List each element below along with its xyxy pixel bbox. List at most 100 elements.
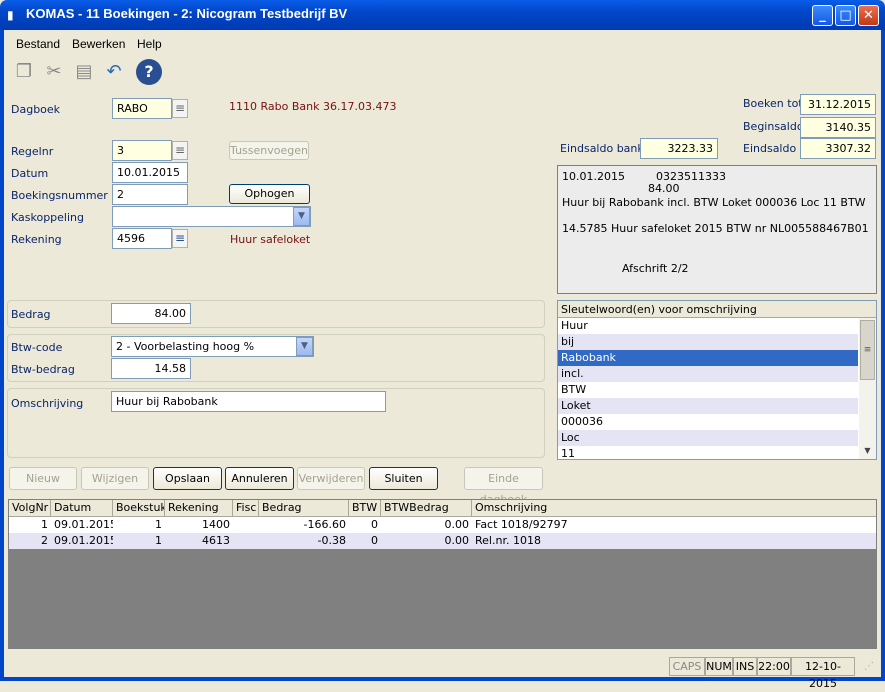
toolbar: ❐ ✂ ▤ ↶ ? — [4, 56, 881, 90]
keyword-item[interactable]: 000036 — [558, 414, 858, 430]
paste-icon[interactable]: ▤ — [70, 58, 98, 86]
keyword-item[interactable]: 11 — [558, 446, 858, 459]
cell-volgnr: 2 — [41, 534, 48, 547]
col-rekening[interactable]: Rekening — [165, 500, 233, 517]
cut-icon[interactable]: ✂ — [40, 58, 68, 86]
col-omschrijving[interactable]: Omschrijving — [472, 500, 876, 517]
table-row[interactable]: 1 09.01.2015 1 1400 -166.60 0 0.00 Fact … — [9, 517, 876, 533]
close-button[interactable]: ✕ — [858, 5, 879, 26]
eindsaldo-bank-field: 3223.33 — [640, 138, 718, 159]
kaskoppeling-label: Kaskoppeling — [11, 211, 84, 224]
keyword-item-selected[interactable]: Rabobank — [558, 350, 858, 366]
help-icon[interactable]: ? — [136, 59, 162, 85]
undo-icon[interactable]: ↶ — [100, 58, 128, 86]
omschrijving-field[interactable]: Huur bij Rabobank — [111, 391, 386, 412]
cell-btw: 0 — [371, 518, 378, 531]
keyword-item[interactable]: Loc — [558, 430, 858, 446]
dagboek-label: Dagboek — [11, 103, 61, 116]
title-bar[interactable]: ▮ KOMAS - 11 Boekingen - 2: Nicogram Tes… — [0, 0, 885, 30]
menu-bewerken[interactable]: Bewerken — [72, 37, 125, 51]
scroll-down-icon[interactable]: ▼ — [859, 446, 876, 455]
status-num: NUM — [705, 657, 733, 676]
btw-bedrag-field[interactable]: 14.58 — [111, 358, 191, 379]
table-row[interactable]: 2 09.01.2015 1 4613 -0.38 0 0.00 Rel.nr.… — [9, 533, 876, 549]
menu-help[interactable]: Help — [137, 37, 162, 51]
opslaan-button[interactable]: Opslaan — [153, 467, 222, 490]
menu-bestand[interactable]: Bestand — [16, 37, 60, 51]
col-volgnr[interactable]: VolgNr — [9, 500, 51, 517]
rekening-field[interactable]: 4596 — [112, 228, 172, 249]
nieuw-button[interactable]: Nieuw — [9, 467, 77, 490]
cell-volgnr: 1 — [41, 518, 48, 531]
memo-date: 10.01.2015 — [562, 170, 625, 183]
omschrijving-label: Omschrijving — [11, 397, 84, 410]
eindsaldo-label: Eindsaldo — [743, 142, 797, 155]
col-btw[interactable]: BTW — [349, 500, 381, 517]
cell-fisc — [233, 517, 259, 534]
btw-bedrag-label: Btw-bedrag — [11, 363, 75, 376]
scrollbar-thumb[interactable]: ≡ — [860, 320, 875, 380]
regelnr-field[interactable]: 3 — [112, 140, 172, 161]
eindsaldo-field: 3307.32 — [800, 138, 876, 159]
col-datum[interactable]: Datum — [51, 500, 113, 517]
cell-datum: 09.01.2015 — [54, 518, 113, 531]
minimize-button[interactable]: _ — [812, 5, 833, 26]
grid-header: VolgNr Datum Boekstuk Rekening Fisc Bedr… — [9, 500, 876, 517]
datum-label: Datum — [11, 167, 49, 180]
dagboek-description: 1110 Rabo Bank 36.17.03.473 — [229, 100, 397, 113]
sluiten-button[interactable]: Sluiten — [369, 467, 438, 490]
memo-afschrift: Afschrift 2/2 — [622, 262, 689, 275]
bedrag-field[interactable]: 84.00 — [111, 303, 191, 324]
einde-dagboek-button[interactable]: Einde dagboek — [464, 467, 543, 506]
cell-btwbedrag: 0.00 — [444, 518, 470, 531]
boekingsnummer-field[interactable]: 2 — [112, 184, 188, 205]
resize-grip-icon[interactable]: ⋰ — [864, 661, 878, 675]
kaskoppeling-dropdown-icon[interactable]: ▼ — [293, 207, 310, 226]
maximize-button[interactable]: □ — [835, 5, 856, 26]
col-bedrag[interactable]: Bedrag — [259, 500, 349, 517]
regelnr-lookup-icon[interactable]: ≡ — [172, 141, 188, 160]
keyword-item[interactable]: incl. — [558, 366, 858, 382]
window-frame-left — [0, 30, 4, 681]
datum-field[interactable]: 10.01.2015 — [112, 162, 188, 183]
btw-code-select[interactable]: 2 - Voorbelasting hoog % — [111, 336, 314, 357]
cell-boekstuk: 1 — [155, 518, 162, 531]
beginsaldo-field: 3140.35 — [800, 117, 876, 138]
copy-icon[interactable]: ❐ — [10, 58, 38, 86]
btw-code-label: Btw-code — [11, 341, 63, 354]
status-bar: CAPS NUM INS 22:00 12-10-2015 ⋰ — [4, 655, 881, 690]
cell-boekstuk: 1 — [155, 534, 162, 547]
boeken-tot-field[interactable]: 31.12.2015 — [800, 94, 876, 115]
regelnr-label: Regelnr — [11, 145, 54, 158]
window-title: KOMAS - 11 Boekingen - 2: Nicogram Testb… — [26, 6, 348, 21]
col-boekstuk[interactable]: Boekstuk — [113, 500, 165, 517]
col-btwbedrag[interactable]: BTWBedrag — [381, 500, 472, 517]
bank-statement-memo: 10.01.2015 0323511333 84.00 Huur bij Rab… — [557, 165, 877, 294]
status-time: 22:00 — [757, 657, 791, 676]
boekingsnummer-label: Boekingsnummer — [11, 189, 108, 202]
keyword-item[interactable]: Huur — [558, 318, 858, 334]
app-icon: ▮ — [7, 8, 14, 22]
menu-bar: Bestand Bewerken Help — [4, 34, 881, 54]
dagboek-lookup-icon[interactable]: ≡ — [172, 99, 188, 118]
bedrag-group — [7, 300, 545, 328]
cell-rekening: 1400 — [202, 518, 230, 531]
kaskoppeling-select[interactable] — [112, 206, 311, 227]
boeken-tot-label: Boeken tot — [743, 97, 803, 110]
dagboek-field[interactable]: RABO — [112, 98, 172, 119]
keyword-list-scrollbar[interactable]: ≡ ▼ — [859, 318, 876, 459]
keyword-item[interactable]: BTW — [558, 382, 858, 398]
rekening-lookup-icon[interactable]: ≡ — [172, 229, 188, 248]
memo-amount: 84.00 — [648, 182, 680, 195]
col-fisc[interactable]: Fisc — [233, 500, 259, 517]
verwijderen-button[interactable]: Verwijderen — [297, 467, 365, 490]
keyword-list-header: Sleutelwoord(en) voor omschrijving — [558, 301, 876, 318]
tussenvoegen-button[interactable]: Tussenvoegen — [229, 141, 309, 160]
ophogen-button[interactable]: Ophogen — [229, 184, 310, 204]
memo-line2: 14.5785 Huur safeloket 2015 BTW nr NL005… — [562, 222, 869, 235]
keyword-item[interactable]: Loket — [558, 398, 858, 414]
annuleren-button[interactable]: Annuleren — [225, 467, 294, 490]
keyword-item[interactable]: bij — [558, 334, 858, 350]
btw-code-dropdown-icon[interactable]: ▼ — [296, 337, 313, 356]
wijzigen-button[interactable]: Wijzigen — [81, 467, 149, 490]
